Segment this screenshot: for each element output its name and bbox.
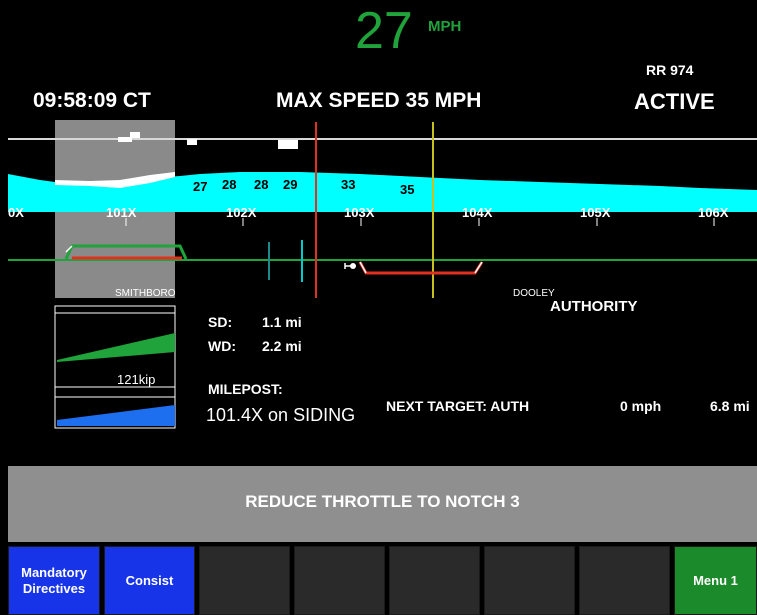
milepost-label: 101X <box>106 205 137 220</box>
authority-siding <box>358 261 484 275</box>
softkey-blank-4[interactable] <box>294 546 385 615</box>
grade-block <box>278 140 298 149</box>
milepost-label: 105X <box>580 205 611 220</box>
wd-label: WD: <box>208 338 236 354</box>
menu-1-label: Menu 1 <box>693 572 738 588</box>
softkey-blank-3[interactable] <box>199 546 290 615</box>
grade-block <box>130 132 140 138</box>
station-name: DOOLEY <box>513 288 555 299</box>
authority-label: AUTHORITY <box>550 298 638 315</box>
grade-block <box>118 137 132 142</box>
softkey-blank-5[interactable] <box>389 546 480 615</box>
milepost-label: 103X <box>344 205 375 220</box>
milepost-label: 106X <box>698 205 729 220</box>
milepost-label: 102X <box>226 205 257 220</box>
consist-label: Consist <box>125 572 174 588</box>
speed-limit-label: 35 <box>400 182 415 197</box>
wd-value: 2.2 mi <box>262 338 302 354</box>
train-weight: 121kip <box>117 372 156 387</box>
next-target-label: NEXT TARGET: AUTH <box>386 398 530 414</box>
milepost-value: 101.4X on SIDING <box>206 405 356 425</box>
next-target-distance: 6.8 mi <box>710 398 750 414</box>
consist-button[interactable]: Consist <box>104 546 195 615</box>
grade-block <box>187 139 197 145</box>
speed-limit-label: 28 <box>222 177 237 192</box>
sd-value: 1.1 mi <box>262 314 302 330</box>
milepost-label: 0X <box>8 205 24 220</box>
speed-limit-label: 33 <box>341 177 356 192</box>
message-bar: REDUCE THROTTLE TO NOTCH 3 <box>8 466 757 542</box>
softkey-blank-6[interactable] <box>484 546 575 615</box>
ptc-display: 27 MPH RR 974 09:58:09 CT MAX SPEED 35 M… <box>0 0 757 615</box>
milepost-label: 104X <box>462 205 493 220</box>
speed-limit-label: 28 <box>254 177 269 192</box>
station-name: SMITHBORO <box>115 288 176 299</box>
milepost-heading: MILEPOST: <box>208 381 283 397</box>
speed-limit-label: 29 <box>283 177 298 192</box>
mandatory-directives-label: Mandatory Directives <box>21 564 87 596</box>
next-target-speed: 0 mph <box>620 398 662 414</box>
softkey-bar: Mandatory Directives Consist Menu 1 <box>8 546 757 615</box>
softkey-blank-7[interactable] <box>579 546 670 615</box>
advisory-message: REDUCE THROTTLE TO NOTCH 3 <box>245 492 520 511</box>
sd-label: SD: <box>208 314 233 330</box>
mandatory-directives-button[interactable]: Mandatory Directives <box>8 546 100 615</box>
menu-1-button[interactable]: Menu 1 <box>674 546 757 615</box>
speed-limit-label: 27 <box>193 179 208 194</box>
